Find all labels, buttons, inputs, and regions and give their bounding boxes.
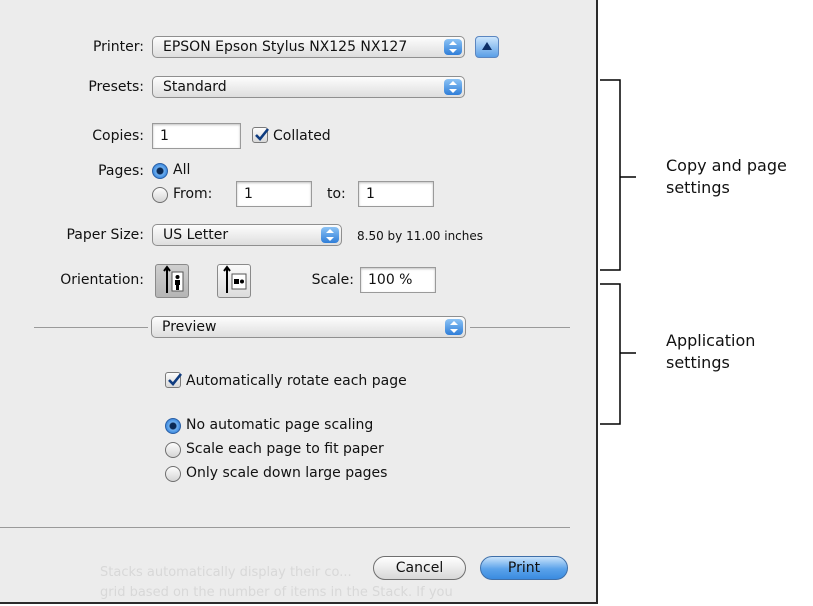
updown-arrows-icon: [444, 39, 462, 55]
pane-popup[interactable]: Preview: [151, 316, 466, 338]
paper-dimensions: 8.50 by 11.00 inches: [357, 229, 484, 243]
pages-label: Pages:: [98, 163, 144, 179]
updown-arrows-icon: [445, 319, 463, 335]
portrait-person-icon: [163, 265, 184, 293]
printer-label: Printer:: [92, 39, 144, 55]
auto-rotate-label: Automatically rotate each page: [186, 373, 407, 389]
presets-value: Standard: [163, 79, 227, 95]
separator-right: [470, 327, 570, 328]
scale-label: Scale:: [311, 272, 354, 288]
updown-arrows-icon: [321, 227, 339, 243]
copies-label: Copies:: [92, 128, 144, 144]
pages-from-field[interactable]: 1: [236, 181, 312, 207]
pages-all-radio[interactable]: [152, 163, 168, 179]
pane-popup-value: Preview: [162, 319, 217, 335]
application-callout: Application settings: [666, 330, 755, 374]
application-bracket: [600, 283, 636, 425]
scaling-option-fit: Scale each page to fit paper: [186, 441, 384, 457]
scaling-radio-down[interactable]: [165, 466, 181, 482]
pages-all-label: All: [173, 162, 191, 178]
separator-left: [34, 327, 148, 328]
print-dialog: Printer: EPSON Epson Stylus NX125 NX127 …: [0, 0, 598, 604]
pages-to-label: to:: [327, 186, 346, 202]
bottom-divider: [0, 527, 570, 528]
updown-arrows-icon: [444, 79, 462, 95]
cancel-button[interactable]: Cancel: [373, 556, 466, 580]
application-callout-line1: Application: [666, 331, 756, 350]
paper-size-value: US Letter: [163, 227, 229, 243]
scale-value: 100 %: [368, 272, 413, 288]
printer-popup[interactable]: EPSON Epson Stylus NX125 NX127: [152, 36, 465, 58]
copy-page-callout-line1: Copy and page: [666, 156, 787, 175]
pages-from-value: 1: [244, 186, 253, 202]
disclosure-button[interactable]: [475, 36, 499, 58]
orientation-portrait-button[interactable]: [155, 264, 189, 298]
scaling-radio-none[interactable]: [165, 418, 181, 434]
pages-from-radio[interactable]: [152, 187, 168, 203]
pages-from-label: From:: [173, 186, 213, 202]
presets-label: Presets:: [88, 79, 144, 95]
collated-checkbox[interactable]: [252, 127, 270, 143]
scale-field[interactable]: 100 %: [360, 267, 436, 293]
landscape-person-icon: [223, 265, 247, 293]
print-button[interactable]: Print: [480, 556, 568, 580]
scaling-option-down: Only scale down large pages: [186, 465, 388, 481]
paper-size-label: Paper Size:: [66, 227, 144, 243]
paper-size-popup[interactable]: US Letter: [152, 224, 342, 246]
printer-value: EPSON Epson Stylus NX125 NX127: [163, 39, 408, 55]
checkmark-icon: [255, 128, 270, 141]
presets-popup[interactable]: Standard: [152, 76, 465, 98]
orientation-label: Orientation:: [60, 272, 144, 288]
copy-page-bracket: [600, 79, 636, 271]
checkmark-icon: [168, 373, 183, 386]
orientation-landscape-button[interactable]: [217, 264, 251, 298]
copies-value: 1: [160, 128, 169, 144]
copy-page-callout-line2: settings: [666, 178, 730, 197]
background-text-line-2: grid based on the number of items in the…: [100, 585, 453, 600]
pages-to-field[interactable]: 1: [358, 181, 434, 207]
scaling-option-none: No automatic page scaling: [186, 417, 374, 433]
copies-field[interactable]: 1: [152, 123, 241, 149]
copy-page-callout: Copy and page settings: [666, 155, 787, 199]
pages-to-value: 1: [366, 186, 375, 202]
scaling-radio-fit[interactable]: [165, 442, 181, 458]
application-callout-line2: settings: [666, 353, 730, 372]
triangle-up-icon: [482, 42, 492, 50]
collated-label: Collated: [273, 128, 331, 144]
background-text-line-1: Stacks automatically display their co...: [100, 565, 352, 580]
auto-rotate-checkbox[interactable]: [165, 372, 183, 388]
